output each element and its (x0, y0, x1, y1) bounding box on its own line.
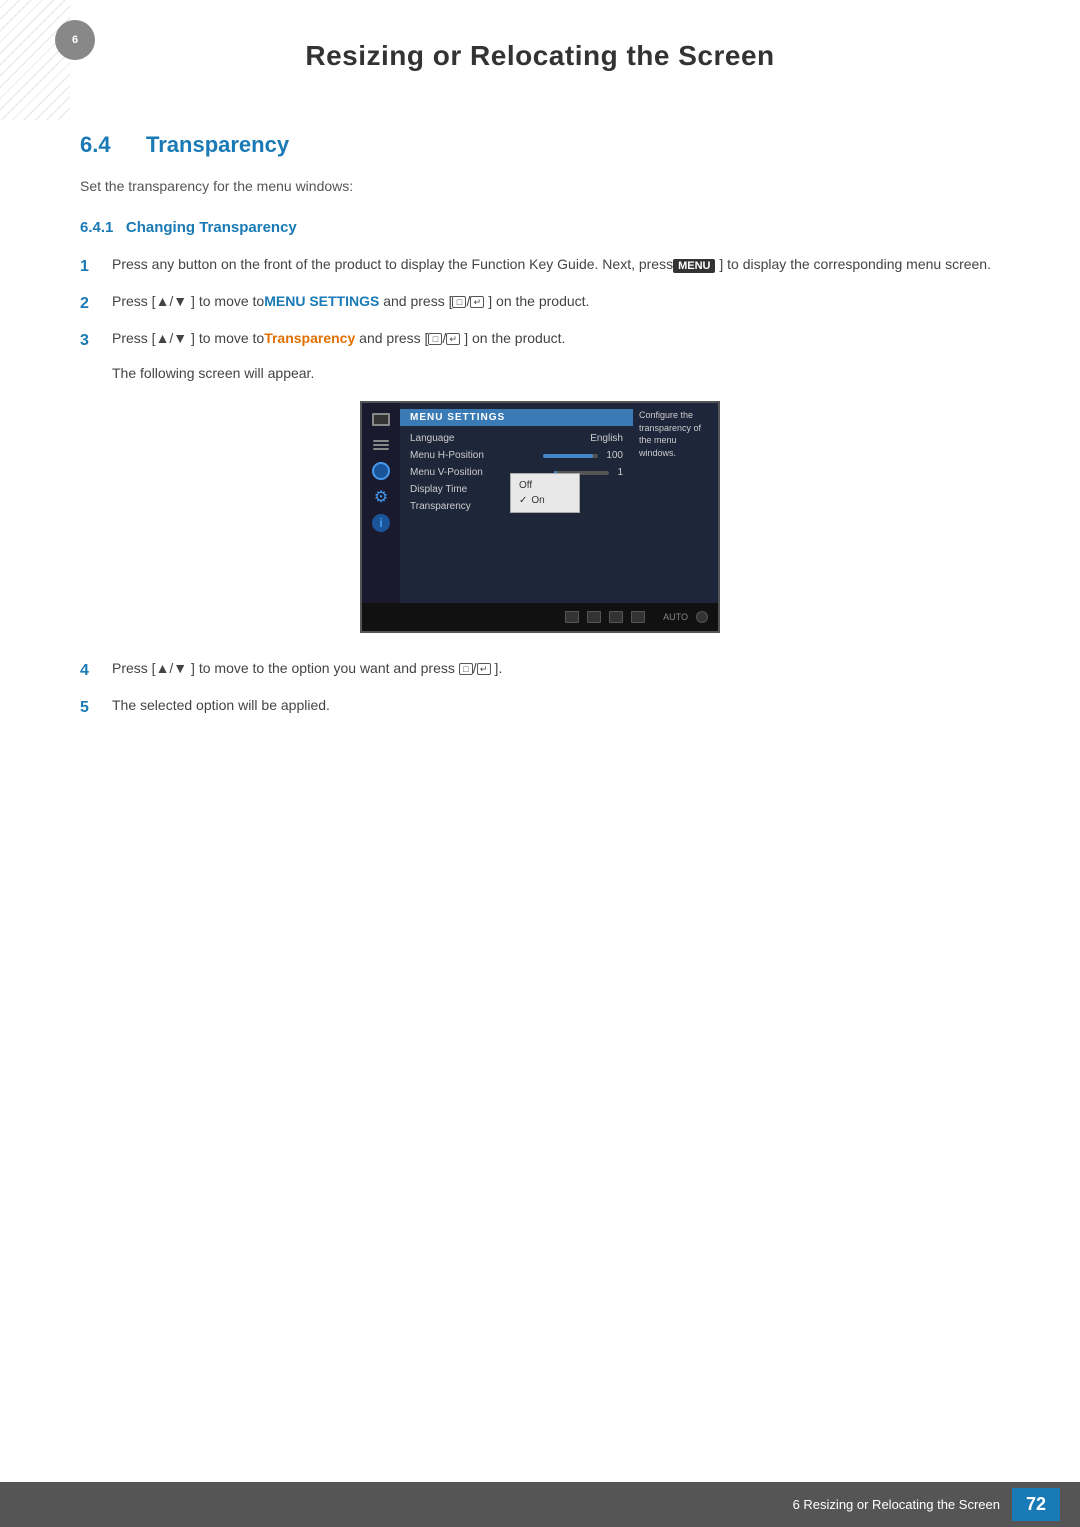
menu-displaytime-label: Display Time (410, 484, 467, 495)
step-3-key2: ↵ (446, 333, 460, 345)
footer-page-number: 72 (1012, 1488, 1060, 1521)
step-2: 2 Press [▲/▼ ] to move toMENU SETTINGS a… (80, 291, 1000, 316)
step-3-key1: □ (428, 333, 442, 345)
menu-hpos-label: Menu H-Position (410, 450, 484, 461)
step-2-key1: □ (452, 296, 466, 308)
bottom-power-btn (696, 611, 708, 623)
monitor-screen: ⚙ i MENU SETTINGS Language English (360, 401, 720, 633)
step-1-number: 1 (80, 255, 100, 279)
step-1-text: Press any button on the front of the pro… (112, 254, 1000, 275)
chapter-number: 6 (72, 34, 78, 46)
section-title: Transparency (146, 132, 289, 158)
section-description: Set the transparency for the menu window… (80, 178, 1000, 194)
subsection-heading: 6.4.1 Changing Transparency (80, 219, 1000, 236)
step-3-text: Press [▲/▼ ] to move toTransparency and … (112, 328, 1000, 349)
bottom-btn-enter: ↵ (631, 611, 645, 623)
monitor-bottom-bar: ◄ ▼ ▲ ↵ AUTO (362, 603, 718, 631)
page-header: Resizing or Relocating the Screen (0, 0, 1080, 102)
monitor-icon-display (370, 411, 392, 427)
menu-item-language: Language English (400, 430, 633, 447)
steps-list: 1 Press any button on the front of the p… (80, 254, 1000, 720)
page-footer: 6 Resizing or Relocating the Screen 72 (0, 1482, 1080, 1527)
step-2-text: Press [▲/▼ ] to move toMENU SETTINGS and… (112, 291, 1000, 312)
transparency-dropdown: Off ✓ On (510, 473, 580, 513)
gear-icon: ⚙ (372, 488, 390, 506)
monitor-icon-info: i (370, 515, 392, 531)
step-3: 3 Press [▲/▼ ] to move toTransparency an… (80, 328, 1000, 353)
tooltip-text: Configure the transparency of the menu w… (639, 410, 701, 458)
info-icon: i (372, 514, 390, 532)
step-4-number: 4 (80, 659, 100, 683)
step-3-highlight: Transparency (264, 330, 355, 346)
arrow-icon (372, 462, 390, 480)
step-1: 1 Press any button on the front of the p… (80, 254, 1000, 279)
screen-container: ⚙ i MENU SETTINGS Language English (80, 401, 1000, 633)
step-5: 5 The selected option will be applied. (80, 695, 1000, 720)
step-4-key2: ↵ (477, 663, 491, 675)
chapter-marker: 6 (55, 20, 95, 60)
step-4-key1: □ (459, 663, 473, 675)
check-icon: ✓ (519, 495, 527, 506)
hpos-slider (543, 454, 598, 458)
bottom-btn-up: ▲ (609, 611, 623, 623)
bottom-btn-left: ◄ (565, 611, 579, 623)
section-number: 6.4 (80, 132, 130, 158)
monitor-icon-gear: ⚙ (370, 489, 392, 505)
step-2-highlight: MENU SETTINGS (264, 293, 379, 309)
step-2-key2: ↵ (470, 296, 484, 308)
step-3-note: The following screen will appear. (112, 365, 1000, 381)
monitor-icon-arrow (370, 463, 392, 479)
menu-language-label: Language (410, 433, 455, 444)
bottom-auto-text: AUTO (663, 612, 688, 622)
monitor-icon-lines (370, 437, 392, 453)
menu-hpos-value: 100 (543, 450, 623, 461)
step-3-number: 3 (80, 329, 100, 353)
step-4: 4 Press [▲/▼ ] to move to the option you… (80, 658, 1000, 683)
step-2-number: 2 (80, 292, 100, 316)
menu-item-hpos: Menu H-Position 100 (400, 447, 633, 464)
monitor-menu: ⚙ i MENU SETTINGS Language English (362, 403, 718, 603)
dropdown-off-label: Off (519, 480, 532, 491)
line-1 (373, 440, 389, 442)
step-4-text: Press [▲/▼ ] to move to the option you w… (112, 658, 1000, 679)
menu-language-value: English (590, 433, 623, 444)
dropdown-off: Off (511, 478, 579, 493)
line-3 (373, 448, 389, 450)
monitor-menu-panel: MENU SETTINGS Language English Menu H-Po… (400, 403, 633, 603)
monitor-tooltip: Configure the transparency of the menu w… (633, 403, 718, 603)
step-5-number: 5 (80, 696, 100, 720)
hpos-slider-fill (543, 454, 593, 458)
decorative-stripe (0, 0, 70, 120)
dropdown-on-label: On (531, 495, 544, 506)
main-content: 6.4 Transparency Set the transparency fo… (0, 132, 1080, 720)
line-2 (373, 444, 389, 446)
footer-text: 6 Resizing or Relocating the Screen (793, 1497, 1000, 1512)
monitor-sidebar: ⚙ i (362, 403, 400, 603)
menu-transparency-label: Transparency (410, 501, 471, 512)
dropdown-on: ✓ On (511, 493, 579, 508)
bottom-btn-down: ▼ (587, 611, 601, 623)
section-heading: 6.4 Transparency (80, 132, 1000, 158)
menu-key: MENU (673, 259, 715, 273)
subsection-title: Changing Transparency (126, 219, 297, 236)
page-title: Resizing or Relocating the Screen (80, 40, 1000, 72)
subsection-number: 6.4.1 (80, 219, 113, 236)
display-icon (372, 413, 390, 426)
menu-vpos-label: Menu V-Position (410, 467, 483, 478)
menu-header: MENU SETTINGS (400, 409, 633, 426)
step-5-text: The selected option will be applied. (112, 695, 1000, 716)
lines-icon (373, 439, 389, 451)
